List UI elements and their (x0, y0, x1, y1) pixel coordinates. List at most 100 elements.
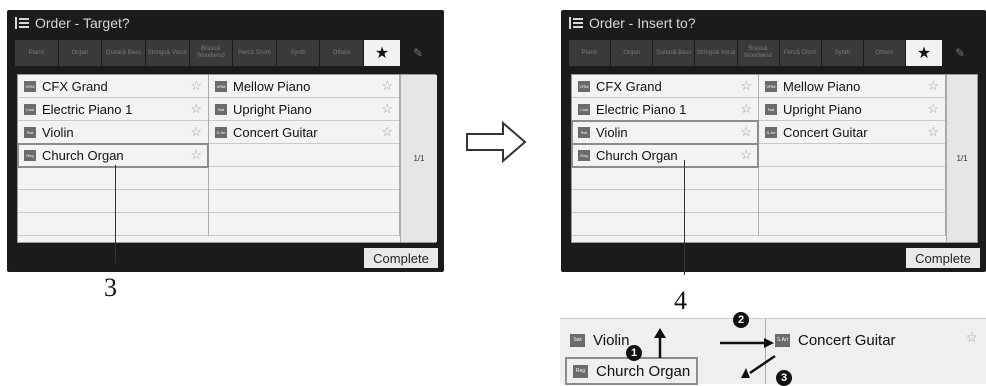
list-item[interactable]: Nat Upright Piano ☆ (759, 98, 945, 121)
voice-type-badge: Reg (578, 149, 590, 161)
left-screen: Order - Target? Piano Organ Guitar& Bass… (7, 10, 444, 272)
list-item[interactable]: Nat Upright Piano ☆ (209, 98, 399, 121)
voice-type-badge: VRM (24, 80, 36, 92)
voice-type-badge: S.Art (215, 126, 227, 138)
voice-type-badge: S.Art (765, 126, 777, 138)
tab-favorite[interactable]: ★ (906, 40, 942, 66)
voice-name: Upright Piano (233, 101, 312, 117)
voice-type-badge: Cool (24, 103, 36, 115)
edit-pencil-icon[interactable]: ✎ (401, 40, 435, 66)
star-icon[interactable]: ☆ (190, 124, 202, 140)
voice-name: Violin (596, 124, 628, 140)
list-item[interactable]: Cool Electric Piano 1 ☆ (572, 98, 758, 121)
list-item-empty (572, 190, 758, 213)
tab-guitar-bass[interactable]: Guitar& Bass (102, 40, 145, 66)
list-item-empty (209, 213, 399, 236)
voice-type-badge: Nat (215, 103, 227, 115)
star-icon[interactable]: ☆ (190, 147, 202, 163)
callout-line-4 (684, 160, 685, 275)
step-arrows (654, 328, 776, 378)
list-item-empty (759, 190, 945, 213)
right-title: Order - Insert to? (561, 10, 986, 36)
star-icon[interactable]: ☆ (740, 78, 752, 94)
list-item[interactable]: Swt Violin ☆ (18, 121, 208, 144)
voice-type-badge: VRM (578, 80, 590, 92)
edit-pencil-icon[interactable]: ✎ (943, 40, 977, 66)
voice-name: Mellow Piano (783, 78, 861, 94)
list-item-empty (759, 167, 945, 190)
tab-organ[interactable]: Organ (611, 40, 653, 66)
star-icon[interactable]: ☆ (927, 101, 939, 117)
tab-piano[interactable]: Piano (15, 40, 58, 66)
list-item-empty (209, 167, 399, 190)
right-voice-list: VRM CFX Grand ☆ Cool Electric Piano 1 ☆ Swt V… (571, 74, 978, 243)
voice-name: Mellow Piano (233, 78, 311, 94)
voice-name: Upright Piano (783, 101, 862, 117)
list-item-empty (572, 213, 758, 236)
star-icon[interactable]: ☆ (740, 101, 752, 117)
star-icon[interactable]: ☆ (381, 78, 393, 94)
voice-name: Electric Piano 1 (42, 101, 133, 117)
voice-name: Violin (42, 124, 74, 140)
star-icon[interactable]: ☆ (740, 124, 752, 140)
tab-others[interactable]: Others (320, 40, 363, 66)
tab-brass-woodwind[interactable]: Brass& Woodwind (189, 40, 233, 66)
star-icon[interactable]: ☆ (927, 78, 939, 94)
list-item[interactable]: S.Art Concert Guitar ☆ (759, 121, 945, 144)
tab-favorite[interactable]: ★ (364, 40, 400, 66)
voice-type-badge: VRM (765, 80, 777, 92)
callout-4: 4 (674, 286, 687, 315)
list-item[interactable]: VRM Mellow Piano ☆ (759, 75, 945, 98)
star-icon[interactable]: ☆ (381, 101, 393, 117)
complete-button[interactable]: Complete (364, 248, 438, 268)
voice-name: Concert Guitar (233, 124, 318, 140)
list-item[interactable]: VRM CFX Grand ☆ (18, 75, 208, 98)
callout-3: 3 (104, 273, 117, 302)
list-item-empty (18, 190, 208, 213)
star-icon[interactable]: ☆ (381, 124, 393, 140)
left-title: Order - Target? (7, 10, 444, 36)
voice-name: Church Organ (42, 147, 124, 163)
tab-synth[interactable]: Synth (276, 40, 320, 66)
tab-strings-vocal[interactable]: Strings& Vocal (695, 40, 737, 66)
list-item-selected[interactable]: Swt Violin ☆ (571, 120, 759, 145)
list-item-selected[interactable]: Reg Church Organ ☆ (571, 143, 759, 168)
list-item[interactable]: VRM CFX Grand ☆ (572, 75, 758, 98)
list-order-icon (569, 17, 583, 29)
tab-synth[interactable]: Synth (821, 40, 863, 66)
tab-perc-drum[interactable]: Perc& Drum (779, 40, 821, 66)
star-icon[interactable]: ☆ (927, 124, 939, 140)
list-item-empty (209, 144, 399, 167)
voice-type-badge: Reg (24, 149, 36, 161)
callout-line-3 (115, 165, 116, 263)
list-order-icon (15, 17, 29, 29)
tab-perc-drum[interactable]: Perc& Drum (233, 40, 276, 66)
voice-name: Church Organ (596, 147, 678, 163)
voice-type-badge: Nat (765, 103, 777, 115)
list-item[interactable]: Cool Electric Piano 1 ☆ (18, 98, 208, 121)
star-icon[interactable]: ☆ (190, 101, 202, 117)
left-col-1: VRM CFX Grand ☆ Cool Electric Piano 1 ☆ Swt V… (17, 75, 209, 236)
star-icon[interactable]: ☆ (190, 78, 202, 94)
voice-name: CFX Grand (596, 78, 662, 94)
left-col-2: VRM Mellow Piano ☆ Nat Upright Piano ☆ S.Art… (209, 75, 400, 236)
voice-type-badge: Swt (24, 126, 36, 138)
list-item[interactable]: S.Art Concert Guitar ☆ (209, 121, 399, 144)
tab-organ[interactable]: Organ (58, 40, 102, 66)
tab-piano[interactable]: Piano (569, 40, 611, 66)
list-item[interactable]: VRM Mellow Piano ☆ (209, 75, 399, 98)
tab-guitar-bass[interactable]: Guitar& Bass (653, 40, 695, 66)
list-item-empty (18, 167, 208, 190)
right-screen: Order - Insert to? Piano Organ Guitar& B… (561, 10, 986, 272)
voice-type-badge: VRM (215, 80, 227, 92)
page-indicator: 1/1 (400, 75, 437, 242)
tab-others[interactable]: Others (863, 40, 905, 66)
list-item-empty (759, 213, 945, 236)
tab-strings-vocal[interactable]: Strings& Vocal (145, 40, 189, 66)
list-item-selected[interactable]: Reg Church Organ ☆ (17, 143, 209, 168)
list-item-empty (572, 167, 758, 190)
complete-button[interactable]: Complete (906, 248, 980, 268)
left-voice-list: VRM CFX Grand ☆ Cool Electric Piano 1 ☆ Swt V… (17, 74, 437, 243)
tab-brass-woodwind[interactable]: Brass& Woodwind (737, 40, 779, 66)
star-icon[interactable]: ☆ (740, 147, 752, 163)
